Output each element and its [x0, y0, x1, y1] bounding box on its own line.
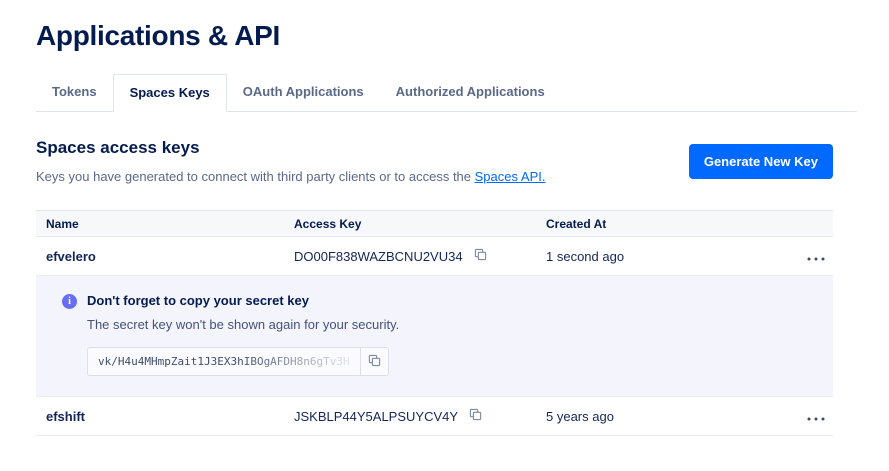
column-header-access-key: Access Key	[294, 217, 546, 231]
tab-spaces-keys[interactable]: Spaces Keys	[113, 74, 227, 112]
tab-tokens[interactable]: Tokens	[36, 74, 113, 112]
row-actions-menu-button[interactable]	[805, 247, 827, 266]
secret-notice-title: Don't forget to copy your secret key	[87, 293, 399, 308]
secret-notice-subtitle: The secret key won't be shown again for …	[87, 317, 399, 332]
tab-bar-filler	[561, 74, 857, 112]
secret-key-value: vk/H4u4MHmpZait1J3EX3hIBOgAFDH8n6gTv3H	[88, 348, 360, 375]
table-row: efshift JSKBLP44Y5ALPSUYCV4Y 5 years ago	[36, 397, 833, 436]
copy-icon	[469, 408, 482, 424]
page-title: Applications & API	[36, 20, 833, 52]
secret-key-box: vk/H4u4MHmpZait1J3EX3hIBOgAFDH8n6gTv3H	[87, 347, 389, 376]
column-header-created-at: Created At	[546, 217, 789, 231]
spaces-api-link[interactable]: Spaces API.	[475, 169, 546, 184]
ellipsis-icon	[807, 249, 825, 264]
copy-secret-key-button[interactable]	[360, 348, 388, 375]
row-actions-menu-button[interactable]	[805, 407, 827, 426]
table-header-row: Name Access Key Created At	[36, 210, 833, 237]
key-name: efvelero	[46, 249, 294, 264]
column-header-name: Name	[46, 217, 294, 231]
page-container: Applications & API Tokens Spaces Keys OA…	[0, 0, 889, 436]
tab-bar: Tokens Spaces Keys OAuth Applications Au…	[36, 74, 857, 112]
table-row: efvelero DO00F838WAZBCNU2VU34 1 second a…	[36, 237, 833, 276]
section-title: Spaces access keys	[36, 138, 545, 158]
created-at-value: 5 years ago	[546, 409, 789, 424]
access-key-cell: DO00F838WAZBCNU2VU34	[294, 246, 546, 266]
tab-oauth-applications[interactable]: OAuth Applications	[227, 74, 380, 112]
secret-key-notice-body: Don't forget to copy your secret key The…	[87, 293, 399, 376]
secret-key-notice: i Don't forget to copy your secret key T…	[36, 276, 833, 397]
section-header-text: Spaces access keys Keys you have generat…	[36, 138, 545, 184]
copy-icon	[474, 248, 487, 264]
key-name: efshift	[46, 409, 294, 424]
created-at-value: 1 second ago	[546, 249, 789, 264]
generate-new-key-button[interactable]: Generate New Key	[689, 144, 833, 179]
copy-icon	[368, 354, 381, 370]
access-key-value: DO00F838WAZBCNU2VU34	[294, 249, 463, 264]
copy-access-key-button[interactable]	[467, 406, 484, 426]
access-key-value: JSKBLP44Y5ALPSUYCV4Y	[294, 409, 458, 424]
section-description: Keys you have generated to connect with …	[36, 169, 545, 184]
info-icon: i	[62, 294, 77, 309]
ellipsis-icon	[807, 409, 825, 424]
section-header: Spaces access keys Keys you have generat…	[36, 138, 833, 184]
section-description-text: Keys you have generated to connect with …	[36, 169, 475, 184]
spaces-keys-table: Name Access Key Created At efvelero DO00…	[36, 210, 833, 436]
copy-access-key-button[interactable]	[472, 246, 489, 266]
tab-authorized-applications[interactable]: Authorized Applications	[380, 74, 561, 112]
access-key-cell: JSKBLP44Y5ALPSUYCV4Y	[294, 406, 546, 426]
